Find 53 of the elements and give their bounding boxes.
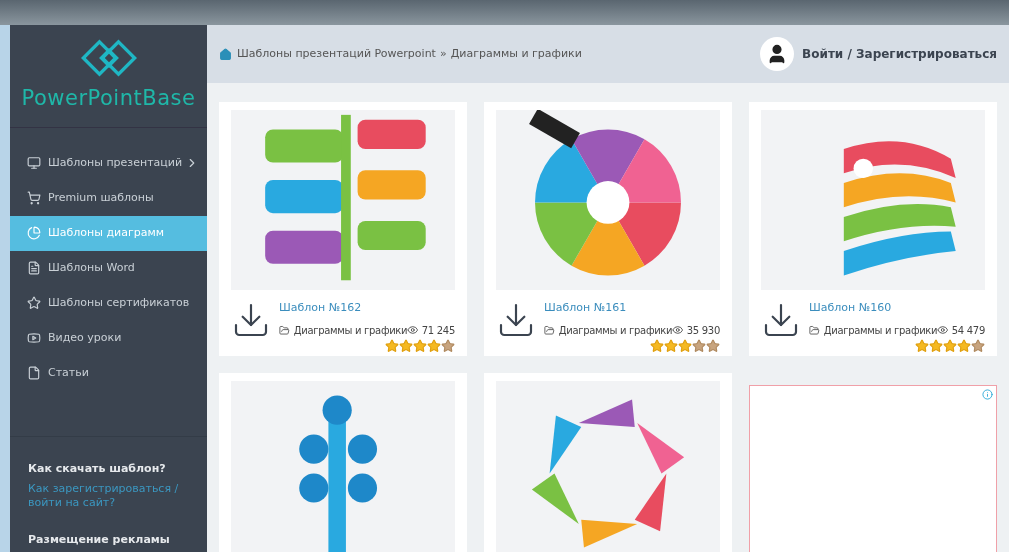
menu-icon (27, 191, 41, 205)
eye-icon (407, 323, 419, 337)
menu-icon (27, 156, 41, 170)
view-count: 35 930 (686, 323, 720, 338)
star-icon (413, 338, 427, 353)
menu-icon (27, 331, 41, 345)
folder-icon (809, 323, 820, 337)
menu-icon (27, 296, 41, 310)
help-heading: Как скачать шаблон? (28, 461, 167, 477)
avatar-icon[interactable] (760, 37, 795, 71)
star-icon (692, 338, 706, 353)
category-link[interactable]: Диаграммы и графики (823, 322, 938, 338)
category-link[interactable]: Диаграммы и графики (558, 322, 673, 338)
breadcrumb-link[interactable]: Диаграммы и графики (450, 45, 582, 63)
sidebar-item[interactable]: Шаблоны сертификатов (10, 285, 207, 321)
eye-icon (672, 323, 684, 337)
sidebar-item[interactable]: Шаблоны Word (10, 250, 207, 286)
template-title-link[interactable]: Шаблон №162 (279, 300, 455, 317)
home-icon[interactable] (219, 47, 232, 61)
template-title-link[interactable]: Шаблон №161 (544, 300, 720, 317)
folder-icon (279, 323, 290, 337)
star-icon (915, 338, 929, 353)
star-icon (957, 338, 971, 353)
sidebar-item[interactable]: Статьи (10, 355, 207, 391)
sidebar-item[interactable]: Видео уроки (10, 320, 207, 356)
folder-icon (544, 323, 555, 337)
star-icon (650, 338, 664, 353)
sidebar-item[interactable]: Premium шаблоны (10, 180, 207, 216)
login-link[interactable]: Войти / Зарегистрироваться (802, 45, 997, 63)
logo-icon (79, 39, 138, 77)
star-icon (385, 338, 399, 353)
star-icon (427, 338, 441, 353)
view-count: 54 479 (951, 323, 985, 338)
view-count: 71 245 (421, 323, 455, 338)
menu-icon (27, 261, 41, 275)
breadcrumb-separator: » (439, 45, 447, 62)
star-icon (971, 338, 985, 353)
star-icon (929, 338, 943, 353)
menu-icon (27, 366, 41, 380)
category-link[interactable]: Диаграммы и графики (293, 322, 408, 338)
logo-text[interactable]: PowerPointBase (21, 83, 196, 115)
star-icon (943, 338, 957, 353)
menu-icon (27, 226, 41, 240)
breadcrumb-link[interactable]: Шаблоны презентаций Powerpoint (237, 45, 436, 63)
star-icon (678, 338, 692, 353)
sidebar-item[interactable]: Шаблоны презентаций (10, 145, 207, 181)
star-icon (399, 338, 413, 353)
star-icon (706, 338, 720, 353)
star-icon (441, 338, 455, 353)
eye-icon (937, 323, 949, 337)
ads-heading[interactable]: Размещение рекламы (28, 531, 207, 548)
template-title-link[interactable]: Шаблон №160 (809, 300, 985, 317)
star-icon (664, 338, 678, 353)
